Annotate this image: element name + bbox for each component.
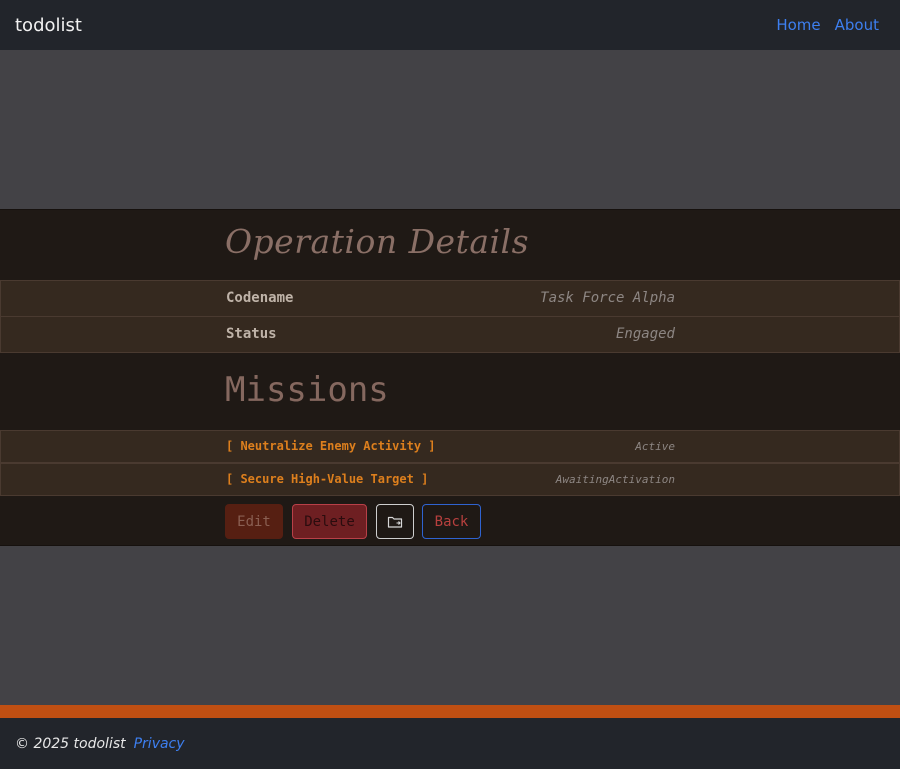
nav-home-link[interactable]: Home — [776, 16, 820, 34]
detail-value: Task Force Alpha — [540, 290, 675, 306]
detail-label: Codename — [226, 290, 294, 306]
folder-arrow-icon — [387, 515, 403, 529]
detail-row-status: Status Engaged — [0, 316, 900, 353]
mission-status: Active — [635, 440, 675, 453]
brand-link[interactable]: todolist — [15, 15, 82, 36]
folder-button[interactable] — [376, 504, 414, 539]
mission-status: AwaitingActivation — [555, 473, 675, 486]
privacy-link[interactable]: Privacy — [134, 736, 185, 752]
footer-copyright: © 2025 todolist — [15, 735, 126, 752]
nav-links: Home About — [776, 16, 879, 34]
detail-label: Status — [226, 326, 277, 342]
mission-name[interactable]: [ Secure High-Value Target ] — [226, 464, 428, 495]
delete-button[interactable]: Delete — [292, 504, 367, 539]
page-title: Operation Details — [225, 222, 530, 261]
edit-button[interactable]: Edit — [225, 504, 283, 539]
operation-panel: Operation Details Codename Task Force Al… — [0, 209, 900, 546]
missions-heading: Missions — [225, 370, 389, 410]
nav-about-link[interactable]: About — [835, 16, 879, 34]
mission-name[interactable]: [ Neutralize Enemy Activity ] — [226, 431, 436, 462]
mission-row[interactable]: [ Neutralize Enemy Activity ] Active — [0, 430, 900, 463]
navbar: todolist Home About — [0, 0, 900, 50]
mission-row[interactable]: [ Secure High-Value Target ] AwaitingAct… — [0, 463, 900, 496]
footer: © 2025 todolist Privacy — [0, 718, 900, 769]
back-button[interactable]: Back — [422, 504, 481, 539]
detail-row-codename: Codename Task Force Alpha — [0, 280, 900, 317]
accent-bar — [0, 705, 900, 718]
detail-value: Engaged — [615, 326, 675, 342]
